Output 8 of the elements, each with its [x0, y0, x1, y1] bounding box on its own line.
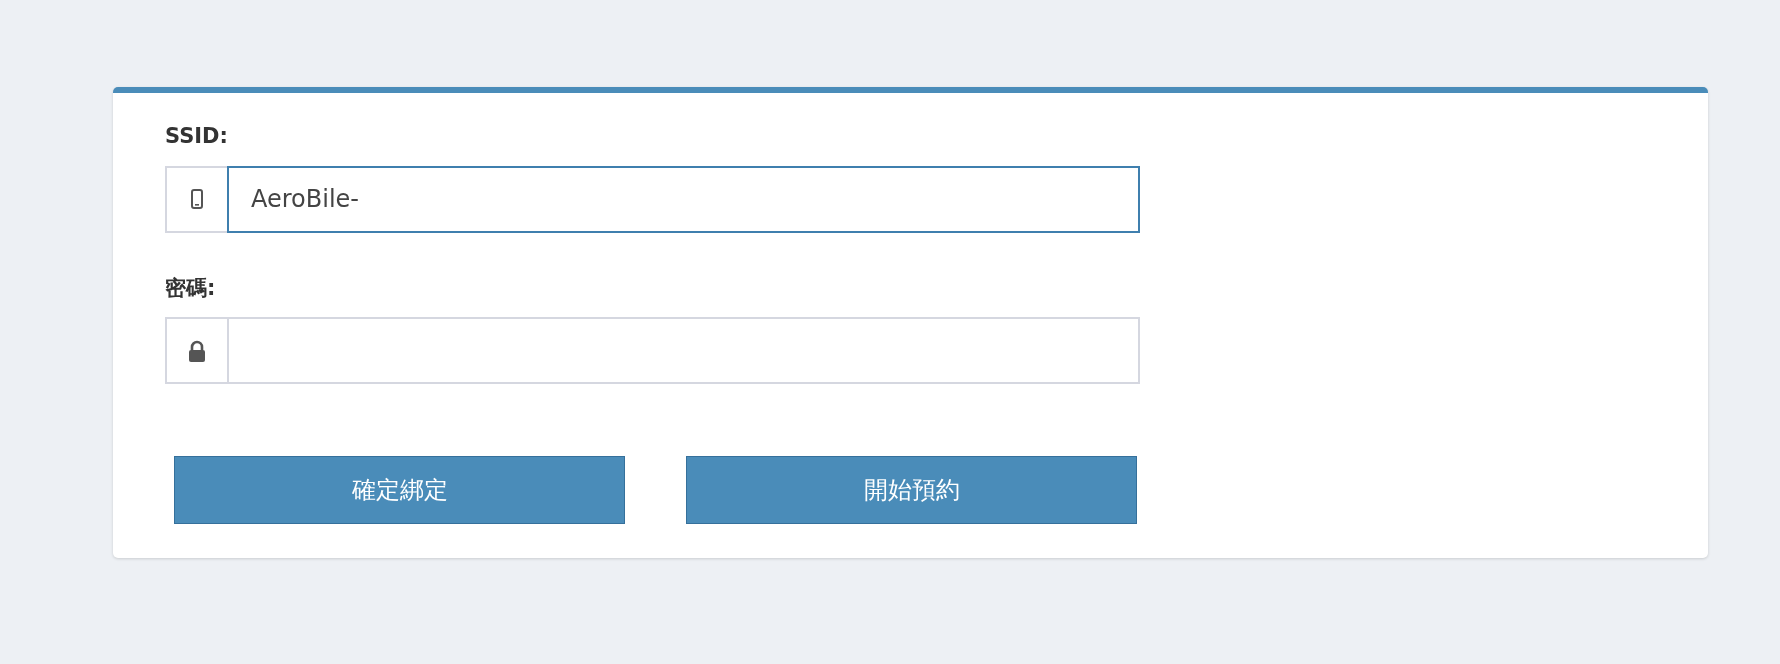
action-button[interactable]: 開始預約	[686, 456, 1137, 524]
password-field[interactable]	[227, 317, 1140, 384]
phone-icon	[191, 189, 203, 209]
action-button[interactable]: 確定綁定	[174, 456, 625, 524]
ssid-field[interactable]: AeroBile-	[227, 165, 1140, 233]
field-label: SSID:	[165, 123, 228, 150]
lock-icon	[188, 339, 206, 362]
field-label: 密碼:	[165, 274, 216, 302]
